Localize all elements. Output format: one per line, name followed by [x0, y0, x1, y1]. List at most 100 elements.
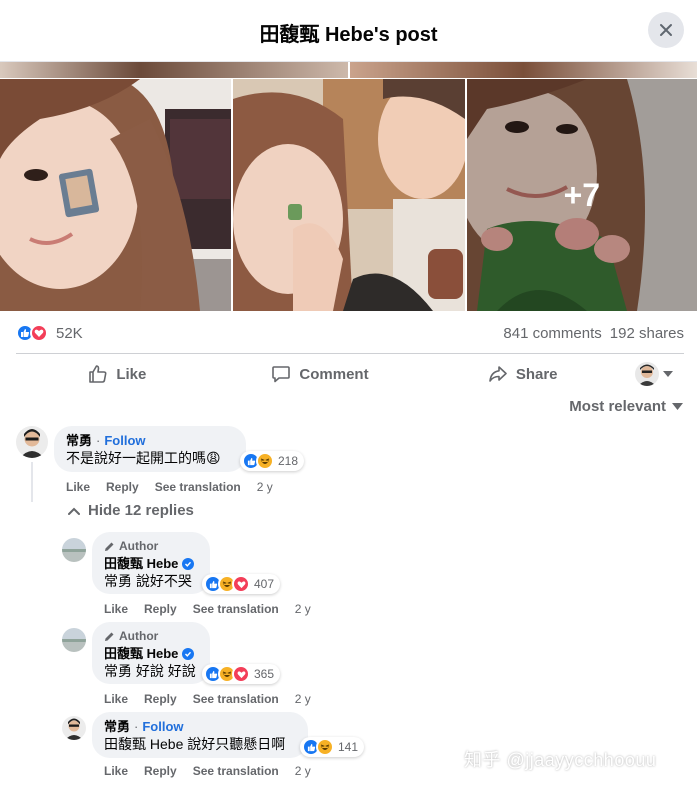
- like-link[interactable]: Like: [104, 692, 128, 706]
- reply-bubble: Author 田馥甄 Hebe 常勇 好說 好說 365: [92, 622, 281, 684]
- see-translation-link[interactable]: See translation: [193, 602, 279, 616]
- reaction-count: 365: [254, 667, 275, 681]
- photo-grid: +7: [0, 79, 697, 311]
- reaction-count: 407: [254, 577, 275, 591]
- comment-age[interactable]: 2 y: [257, 480, 273, 494]
- reply-bubble: Author 田馥甄 Hebe 常勇 說好不哭 407: [92, 532, 281, 594]
- post-header: 田馥甄 Hebe's post: [0, 0, 697, 62]
- verified-badge-icon: [182, 558, 195, 570]
- close-button[interactable]: [648, 12, 684, 48]
- reply-bubble: 常勇 · Follow 田馥甄 Hebe 說好只聽懸日啊 141: [92, 712, 365, 758]
- caret-down-icon: [663, 371, 674, 377]
- commenter-avatar[interactable]: [62, 716, 86, 740]
- comments-count[interactable]: 841 comments: [503, 325, 601, 342]
- see-translation-link[interactable]: See translation: [193, 764, 279, 778]
- chevron-up-icon: [68, 507, 80, 515]
- reply-reactions[interactable]: 407: [202, 574, 281, 594]
- reply-link[interactable]: Reply: [106, 480, 139, 494]
- reply-actions: Like Reply See translation 2 y: [104, 764, 311, 778]
- reply-reactions[interactable]: 141: [300, 737, 365, 757]
- share-button[interactable]: Share: [421, 356, 624, 392]
- reply-link[interactable]: Reply: [144, 692, 177, 706]
- follow-button[interactable]: Follow: [142, 719, 183, 735]
- comment-button[interactable]: Comment: [219, 356, 422, 392]
- comment-icon: [272, 366, 291, 383]
- reply-text: 常勇 說好不哭: [104, 573, 192, 589]
- separator-dot: ·: [96, 433, 101, 448]
- photo-3[interactable]: +7: [466, 79, 697, 311]
- comment-actions: Like Reply See translation 2 y: [66, 480, 273, 494]
- sort-label: Most relevant: [569, 398, 666, 415]
- reply: Author 田馥甄 Hebe 常勇 好說 好說 365: [62, 622, 281, 684]
- user-avatar: [635, 362, 660, 386]
- commenter-name[interactable]: 田馥甄 Hebe: [104, 646, 178, 662]
- like-label: Like: [116, 365, 147, 383]
- share-icon: [489, 366, 507, 382]
- post-as-selector[interactable]: [624, 356, 684, 392]
- photo-1[interactable]: [0, 79, 232, 311]
- post-title: 田馥甄 Hebe's post: [259, 24, 438, 46]
- caret-down-icon: [672, 403, 683, 410]
- author-tag: Author: [104, 629, 198, 644]
- comment-label: Comment: [299, 365, 369, 383]
- haha-reaction-icon: [256, 452, 274, 470]
- reaction-count[interactable]: 52K: [56, 325, 83, 342]
- pencil-icon: [105, 632, 114, 641]
- photo-partial[interactable]: [350, 62, 697, 78]
- like-button[interactable]: Like: [16, 356, 219, 392]
- love-reaction-icon: [232, 575, 250, 593]
- commenter-name[interactable]: 常勇: [66, 433, 92, 449]
- author-tag-label: Author: [119, 629, 159, 643]
- reply: Author 田馥甄 Hebe 常勇 說好不哭 407: [62, 532, 281, 594]
- hide-replies-button[interactable]: Hide 12 replies: [68, 502, 194, 519]
- commenter-name[interactable]: 常勇: [104, 719, 130, 735]
- author-tag-label: Author: [119, 539, 159, 553]
- photo-strip-top: [0, 62, 697, 78]
- shares-count[interactable]: 192 shares: [610, 325, 684, 342]
- reply-text: 常勇 好說 好說: [104, 663, 196, 679]
- author-avatar[interactable]: [62, 628, 86, 652]
- thumbs-up-icon: [89, 365, 107, 383]
- post-stats: 52K 841 comments 192 shares: [16, 322, 684, 344]
- reply-age[interactable]: 2 y: [295, 764, 311, 778]
- more-photos-overlay[interactable]: +7: [466, 79, 697, 311]
- reply-age[interactable]: 2 y: [295, 692, 311, 706]
- comment-text: 不是說好一起開工的嗎😩: [66, 450, 221, 466]
- share-label: Share: [515, 365, 558, 383]
- reply-text: 田馥甄 Hebe 說好只聽懸日啊: [104, 736, 286, 752]
- separator-dot: ·: [134, 719, 139, 734]
- haha-reaction-icon: [316, 738, 334, 756]
- commenter-avatar[interactable]: [16, 426, 48, 458]
- reply-link[interactable]: Reply: [144, 764, 177, 778]
- follow-button[interactable]: Follow: [104, 433, 145, 449]
- pencil-icon: [105, 542, 114, 551]
- photo-2[interactable]: [233, 79, 465, 311]
- reply-reactions[interactable]: 365: [202, 664, 281, 684]
- like-link[interactable]: Like: [66, 480, 90, 494]
- commenter-name[interactable]: 田馥甄 Hebe: [104, 556, 178, 572]
- reply: 常勇 · Follow 田馥甄 Hebe 說好只聽懸日啊 141: [62, 712, 365, 758]
- reply-actions: Like Reply See translation 2 y: [104, 692, 311, 706]
- author-tag: Author: [104, 539, 198, 554]
- love-reaction-icon: [232, 665, 250, 683]
- photo-partial[interactable]: [0, 62, 348, 78]
- see-translation-link[interactable]: See translation: [155, 480, 241, 494]
- reaction-icons[interactable]: [16, 324, 48, 342]
- comment-sort-dropdown[interactable]: Most relevant: [569, 398, 683, 415]
- hide-replies-label: Hide 12 replies: [88, 502, 194, 519]
- watermark: 知乎 @jjaayycchhoouu: [464, 750, 657, 770]
- see-translation-link[interactable]: See translation: [193, 692, 279, 706]
- comment: 常勇 · Follow 不是說好一起開工的嗎😩 218: [16, 426, 305, 472]
- reaction-count: 141: [338, 740, 359, 754]
- comment-bubble: 常勇 · Follow 不是說好一起開工的嗎😩 218: [54, 426, 305, 472]
- reply-actions: Like Reply See translation 2 y: [104, 602, 311, 616]
- author-avatar[interactable]: [62, 538, 86, 562]
- reaction-count: 218: [278, 454, 299, 468]
- like-link[interactable]: Like: [104, 764, 128, 778]
- comment-reactions[interactable]: 218: [240, 451, 305, 471]
- reply-age[interactable]: 2 y: [295, 602, 311, 616]
- close-icon: [660, 24, 672, 36]
- like-link[interactable]: Like: [104, 602, 128, 616]
- reply-link[interactable]: Reply: [144, 602, 177, 616]
- post-actions: Like Comment Share: [16, 356, 684, 392]
